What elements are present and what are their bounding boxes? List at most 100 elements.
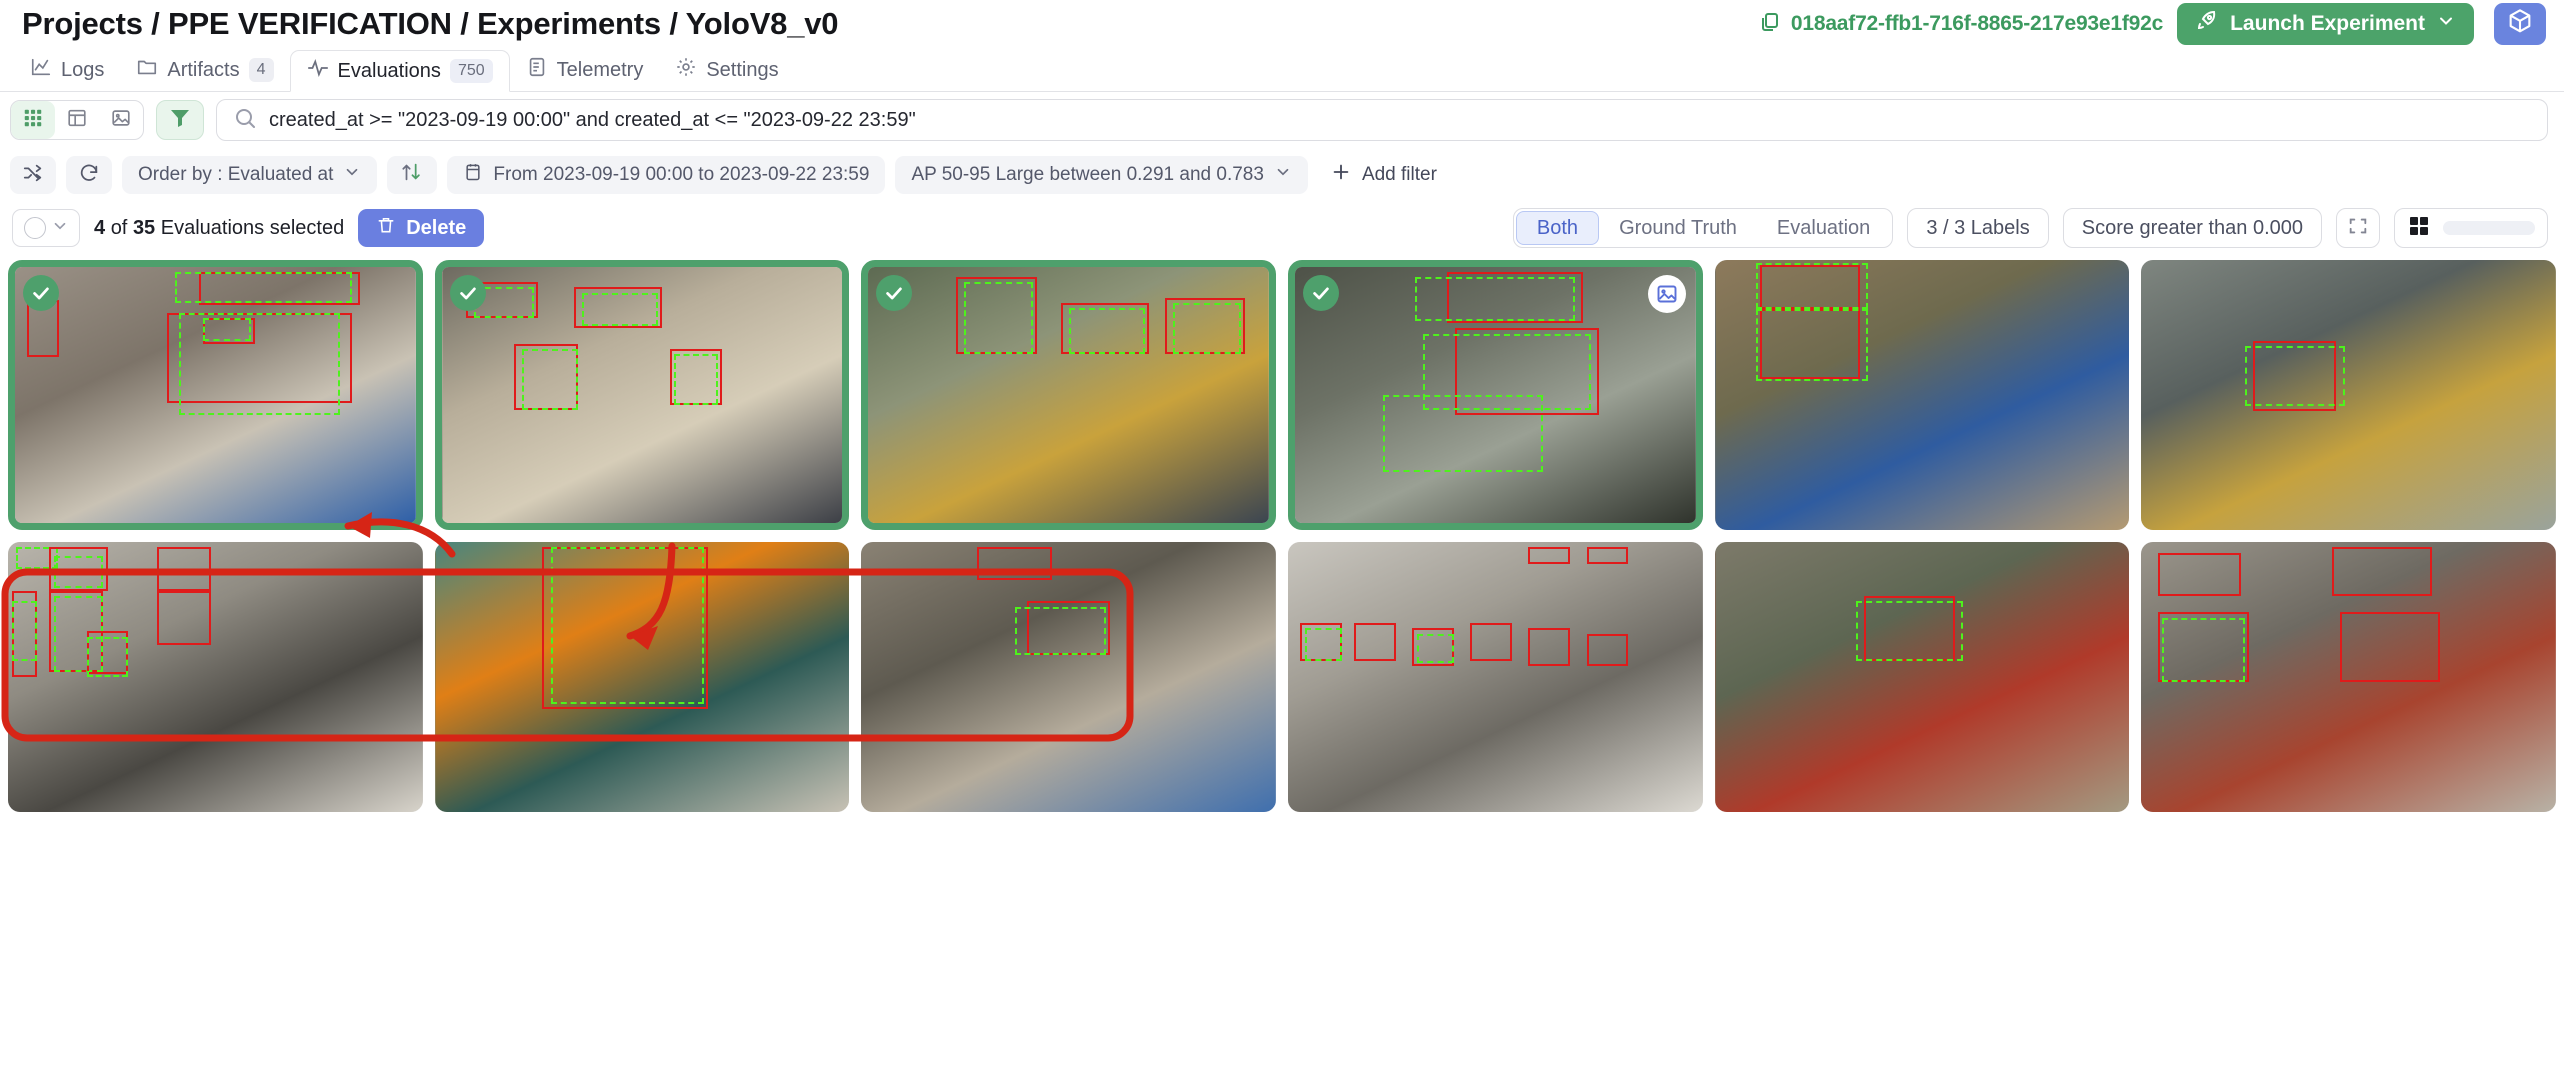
tab-telemetry[interactable]: Telemetry [510,49,660,91]
folder-icon [136,56,158,84]
segment-evaluation[interactable]: Evaluation [1757,211,1890,245]
ground-truth-box [521,348,578,411]
ground-truth-box [1172,302,1241,355]
selected-count: 4 [94,216,106,239]
cube-icon [2506,8,2534,41]
search-box[interactable] [216,99,2548,141]
evaluation-card[interactable] [434,542,850,812]
refresh-icon [78,162,100,189]
of-label: of [110,216,128,239]
bounding-box-layer [442,267,843,523]
evaluations-grid-row2 [0,542,2564,812]
experiment-id-group[interactable]: 018aaf72-ffb1-716f-8865-217e93e1f92c [1757,10,2163,39]
search-input[interactable] [269,108,2531,132]
tab-artifacts-badge: 4 [248,57,274,83]
ground-truth-box [964,282,1033,355]
bounding-box-layer [8,542,423,812]
evaluation-box [1528,628,1570,667]
image-view-button[interactable] [99,101,143,139]
labels-filter[interactable]: 3 / 3 Labels [1907,208,2049,248]
ground-truth-box [1383,395,1544,472]
ground-truth-box [175,272,352,303]
sort-arrows-icon [399,161,425,189]
fullscreen-icon [2347,215,2369,242]
score-filter[interactable]: Score greater than 0.000 [2062,208,2322,248]
evaluation-box [977,547,1053,580]
evaluation-card[interactable] [861,260,1276,530]
grid-view-button[interactable] [11,101,55,139]
shuffle-button[interactable] [10,156,56,194]
bounding-box-layer [1295,267,1696,523]
bounding-box-layer [15,267,416,523]
evaluation-card[interactable] [8,260,423,530]
ground-truth-box [1068,307,1145,355]
evaluation-card[interactable] [1287,260,1703,530]
evaluation-card[interactable] [2141,542,2556,812]
check-icon [1313,287,1329,300]
rocket-icon [2195,9,2219,39]
tab-settings-label: Settings [706,58,779,81]
app-header: Projects / PPE VERIFICATION / Experiment… [0,0,2564,48]
delete-button[interactable]: Delete [358,209,485,247]
metric-filter[interactable]: AP 50-95 Large between 0.291 and 0.783 [895,156,1308,194]
evaluation-card[interactable] [1287,542,1703,812]
breadcrumb[interactable]: Projects / PPE VERIFICATION / Experiment… [22,6,839,42]
tab-evaluations-label: Evaluations [337,59,441,82]
selected-check-badge[interactable] [23,275,59,311]
sort-direction-button[interactable] [387,156,438,194]
image-badge[interactable] [1647,275,1686,313]
total-count: 35 [132,216,156,239]
view-mode-group [10,100,144,140]
grid-size-control[interactable] [2394,208,2548,248]
evaluation-card[interactable] [861,542,1276,812]
plus-icon [1330,161,1352,189]
pulse-icon [307,57,329,85]
selected-check-badge[interactable] [1302,275,1339,311]
date-range-filter[interactable]: From 2023-09-19 00:00 to 2023-09-22 23:5… [447,156,886,194]
ground-truth-box [203,318,252,342]
search-row [0,92,2564,148]
tab-logs-label: Logs [61,58,105,81]
segment-ground-truth[interactable]: Ground Truth [1599,211,1757,245]
bounding-box-layer [868,267,1269,523]
experiment-id[interactable]: 018aaf72-ffb1-716f-8865-217e93e1f92c [1791,12,2163,36]
order-by-dropdown[interactable]: Order by : Evaluated at [122,156,378,194]
evaluation-box [1528,547,1570,564]
bounding-box-layer [1288,542,1703,812]
picture-icon [1657,285,1677,303]
ground-truth-box [1415,277,1576,321]
tab-evaluations-badge: 750 [449,58,493,84]
bounding-box-layer [2141,542,2556,812]
table-view-button[interactable] [55,101,99,139]
filter-toggle-button[interactable] [156,100,204,140]
ground-truth-box [12,601,38,661]
tab-evaluations[interactable]: Evaluations 750 [289,50,510,92]
evaluation-card[interactable] [434,260,850,530]
evaluation-card[interactable] [1714,542,2130,812]
tab-artifacts[interactable]: Artifacts 4 [120,49,289,91]
delete-label: Delete [406,216,467,239]
select-all-dropdown[interactable] [12,209,80,247]
launch-experiment-button[interactable]: Launch Experiment [2177,3,2474,45]
order-by-label: Order by : Evaluated at [138,164,334,185]
add-filter-button[interactable]: Add filter [1318,161,1449,189]
segment-both[interactable]: Both [1515,211,1600,245]
selected-check-badge[interactable] [449,275,486,311]
fullscreen-button[interactable] [2336,208,2380,248]
tab-settings[interactable]: Settings [659,49,794,91]
grid-size-slider[interactable] [2443,221,2535,235]
grid-dots-icon [22,107,44,134]
evaluation-card[interactable] [2141,260,2556,530]
evaluation-card[interactable] [1714,260,2130,530]
evaluations-grid [0,260,2564,530]
bounding-box-layer [1715,260,2130,530]
tab-logs[interactable]: Logs [14,49,120,91]
funnel-icon [168,106,192,135]
copy-icon[interactable] [1757,10,1781,39]
grid-squares-icon [2407,214,2431,243]
date-range-label: From 2023-09-19 00:00 to 2023-09-22 23:5… [493,164,870,185]
evaluation-card[interactable] [8,542,423,812]
filter-row: Order by : Evaluated at From 2023-09-19 … [0,148,2564,202]
cube-button[interactable] [2494,3,2546,45]
refresh-button[interactable] [66,156,112,194]
